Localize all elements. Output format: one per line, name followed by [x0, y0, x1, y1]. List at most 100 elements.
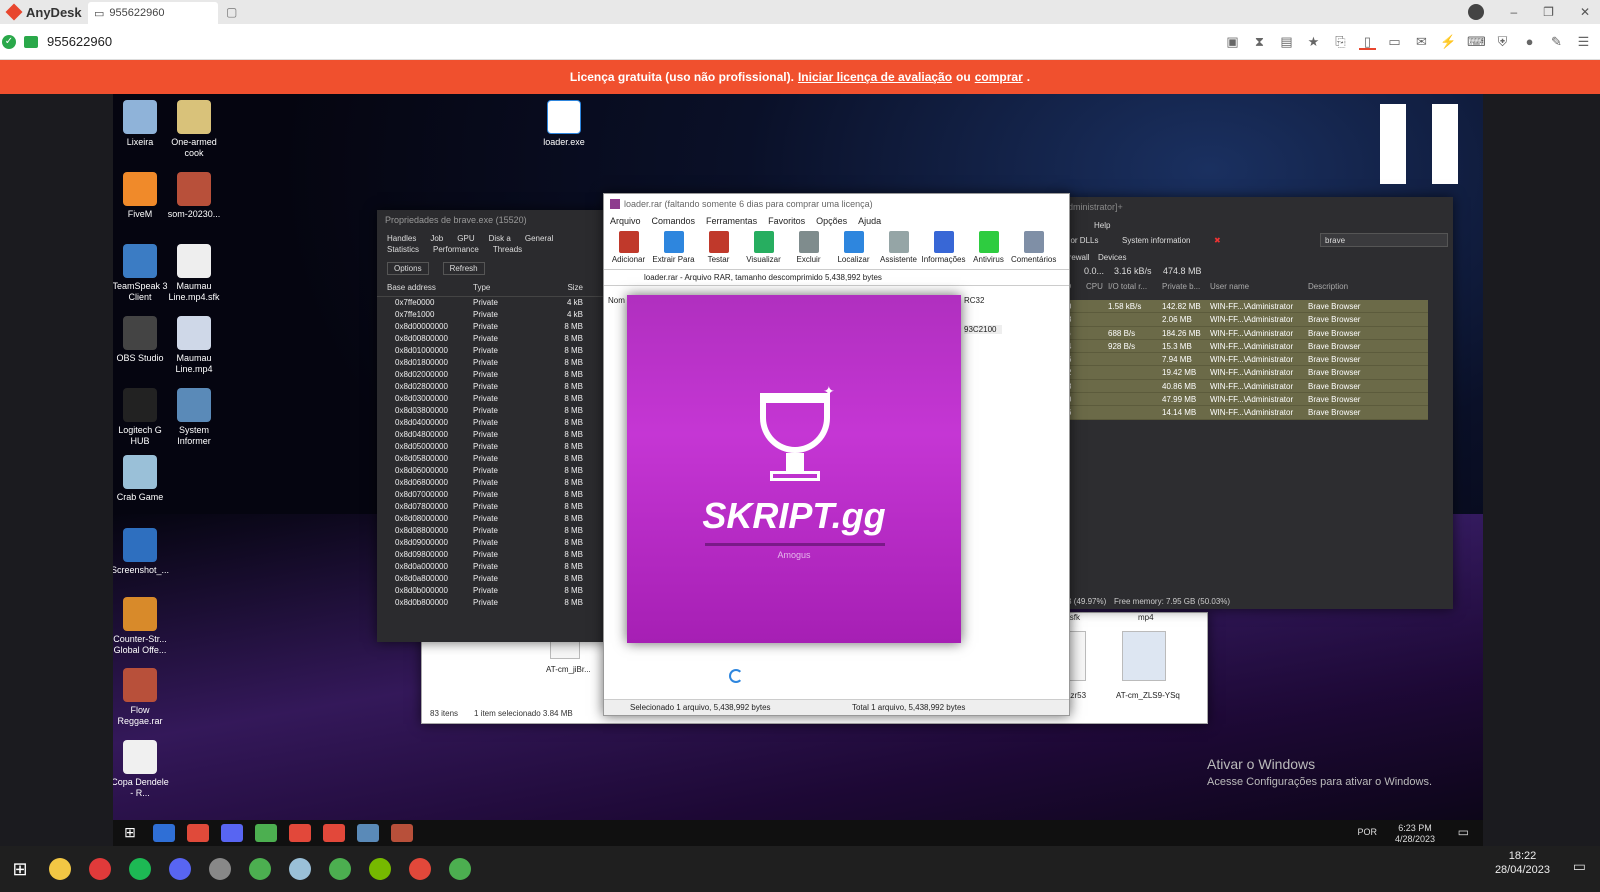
record-icon[interactable]: ● [1521, 33, 1538, 50]
toolbar-button[interactable]: Informações [921, 228, 966, 269]
process-row[interactable]: 48047.99 MBWIN-FF...\AdministratorBrave … [1058, 393, 1428, 407]
search-input[interactable]: brave [1320, 233, 1448, 247]
table-row[interactable]: 0x8d01000000 Private 8 MB [377, 345, 607, 357]
properties-tab[interactable]: Job [430, 234, 443, 243]
menu-item[interactable]: Comandos [652, 216, 696, 226]
remote-clock[interactable]: 6:23 PM 4/28/2023 [1395, 823, 1435, 845]
table-row[interactable]: 0x8d04000000 Private 8 MB [377, 417, 607, 429]
new-tab-icon[interactable]: ▢ [226, 5, 237, 19]
desktop-icon[interactable]: System Informer [163, 388, 225, 447]
table-row[interactable]: 0x8d03000000 Private 8 MB [377, 393, 607, 405]
table-row[interactable]: 0x8d02000000 Private 8 MB [377, 369, 607, 381]
actions-lightning-icon[interactable]: ⚡ [1440, 33, 1457, 50]
column-header[interactable]: I/O total r... [1108, 282, 1162, 291]
session-tab[interactable]: ▭ 955622960 [88, 2, 218, 24]
properties-tab[interactable]: GPU [457, 234, 474, 243]
process-row[interactable]: 14840.86 MBWIN-FF...\AdministratorBrave … [1058, 380, 1428, 394]
menu-item[interactable]: Favoritos [768, 216, 805, 226]
properties-tab[interactable]: Handles [387, 234, 416, 243]
buy-link[interactable]: comprar [975, 70, 1023, 84]
taskbar-app-icon[interactable] [289, 824, 311, 842]
taskbar-app-icon[interactable] [249, 858, 271, 880]
properties-button[interactable]: Refresh [442, 262, 485, 275]
local-clock[interactable]: 18:22 28/04/2023 [1495, 849, 1550, 877]
table-row[interactable]: 0x8d00000000 Private 8 MB [377, 321, 607, 333]
taskbar-app-icon[interactable] [169, 858, 191, 880]
pen-icon[interactable]: ✎ [1548, 33, 1565, 50]
desktop-icon[interactable]: One-armed cook [163, 100, 225, 159]
taskbar-app-icon[interactable] [221, 824, 243, 842]
windows-start-icon[interactable]: ⊞ [9, 858, 31, 880]
menu-help[interactable]: Help [1094, 221, 1110, 230]
properties-tab[interactable]: Disk a [489, 234, 511, 243]
table-row[interactable]: 0x8d02800000 Private 8 MB [377, 381, 607, 393]
desktop-icon[interactable]: som-20230... [163, 172, 225, 220]
hamburger-menu-icon[interactable]: ☰ [1575, 33, 1592, 50]
table-row[interactable]: 0x7ffe1000 Private 4 kB [377, 309, 607, 321]
table-row[interactable]: 0x8d06800000 Private 8 MB [377, 477, 607, 489]
table-row[interactable]: 0x8d09800000 Private 8 MB [377, 549, 607, 561]
properties-tab[interactable]: Threads [493, 245, 522, 254]
table-row[interactable]: 0x8d05800000 Private 8 MB [377, 453, 607, 465]
system-informer-window[interactable]: Administrator]+ Help les or DLLs System … [1058, 197, 1453, 609]
anydesk-menu-icon[interactable] [1468, 4, 1485, 20]
maximize-button[interactable]: ❐ [1543, 5, 1554, 19]
desktop-icon[interactable]: Copa Dendele - R... [113, 740, 171, 799]
taskbar-app-icon[interactable] [129, 858, 151, 880]
monitor-select-icon[interactable]: ▯ [1359, 33, 1376, 50]
taskbar-app-icon[interactable] [357, 824, 379, 842]
taskbar-app-icon[interactable] [187, 824, 209, 842]
table-row[interactable]: 0x8d08000000 Private 8 MB [377, 513, 607, 525]
shield-icon[interactable]: ⛨ [1494, 33, 1511, 50]
taskbar-app-icon[interactable] [369, 858, 391, 880]
toolbar-button[interactable]: Adicionar [606, 228, 651, 269]
table-row[interactable]: 0x8d00800000 Private 8 MB [377, 333, 607, 345]
taskbar-app-icon[interactable] [449, 858, 471, 880]
column-header[interactable]: RC32 [964, 296, 984, 305]
language-indicator[interactable]: POR [1357, 827, 1377, 837]
windows-start-icon[interactable]: ⊞ [119, 824, 141, 842]
system-information-button[interactable]: System information [1122, 236, 1190, 245]
table-row[interactable]: 0x8d01800000 Private 8 MB [377, 357, 607, 369]
toolbar-button[interactable]: Excluir [786, 228, 831, 269]
menu-item[interactable]: Arquivo [610, 216, 641, 226]
desktop-icon[interactable]: Maumau Line.mp4.sfk [163, 244, 225, 303]
properties-tab[interactable]: Performance [433, 245, 479, 254]
display-settings-icon[interactable]: ▣ [1224, 33, 1241, 50]
table-row[interactable]: 0x8d06000000 Private 8 MB [377, 465, 607, 477]
toolbar-button[interactable]: Comentários [1011, 228, 1056, 269]
desktop-icon[interactable]: Maumau Line.mp4 [163, 316, 225, 375]
taskbar-app-icon[interactable] [255, 824, 277, 842]
table-row[interactable]: 0x8d0b000000 Private 8 MB [377, 585, 607, 597]
column-header[interactable]: User name [1210, 282, 1308, 291]
process-row[interactable]: 116688 B/s184.26 MBWIN-FF...\Administrat… [1058, 327, 1428, 340]
desktop-icon[interactable]: Flow Reggae.rar [113, 668, 171, 727]
taskbar-app-icon[interactable] [323, 824, 345, 842]
column-header[interactable]: CPU [1086, 282, 1108, 291]
properties-button[interactable]: Options [387, 262, 429, 275]
toolbar-button[interactable]: Localizar [831, 228, 876, 269]
column-header[interactable]: Private b... [1162, 282, 1210, 291]
process-row[interactable]: 7567.94 MBWIN-FF...\AdministratorBrave B… [1058, 353, 1428, 367]
column-header[interactable]: Description [1308, 282, 1408, 291]
process-row[interactable]: 53219.42 MBWIN-FF...\AdministratorBrave … [1058, 366, 1428, 380]
process-properties-window[interactable]: Propriedades de brave.exe (15520) Handle… [377, 210, 607, 642]
file-transfer-icon[interactable]: ⎘ [1332, 33, 1349, 50]
table-row[interactable]: 0x8d07800000 Private 8 MB [377, 501, 607, 513]
table-row[interactable]: 0x8d0b800000 Private 8 MB [377, 597, 607, 609]
trial-license-link[interactable]: Iniciar licença de avaliação [798, 70, 952, 84]
toolbar-button[interactable]: Extrair Para [651, 228, 696, 269]
minimize-button[interactable]: – [1510, 5, 1517, 19]
action-center-icon[interactable]: ▭ [1573, 858, 1586, 875]
desktop-icon[interactable]: Screenshot_... [113, 528, 171, 576]
table-row[interactable]: 0x8d05000000 Private 8 MB [377, 441, 607, 453]
toolbar-button[interactable]: Assistente [876, 228, 921, 269]
taskbar-app-icon[interactable] [209, 858, 231, 880]
column-header[interactable]: Base address [387, 283, 473, 292]
table-row[interactable]: 0x8d03800000 Private 8 MB [377, 405, 607, 417]
clipboard-icon[interactable]: ▤ [1278, 33, 1295, 50]
taskbar-app-icon[interactable] [89, 858, 111, 880]
table-row[interactable]: 0x8d04800000 Private 8 MB [377, 429, 607, 441]
desktop-icon[interactable]: Crab Game [113, 455, 171, 503]
taskbar-app-icon[interactable] [289, 858, 311, 880]
